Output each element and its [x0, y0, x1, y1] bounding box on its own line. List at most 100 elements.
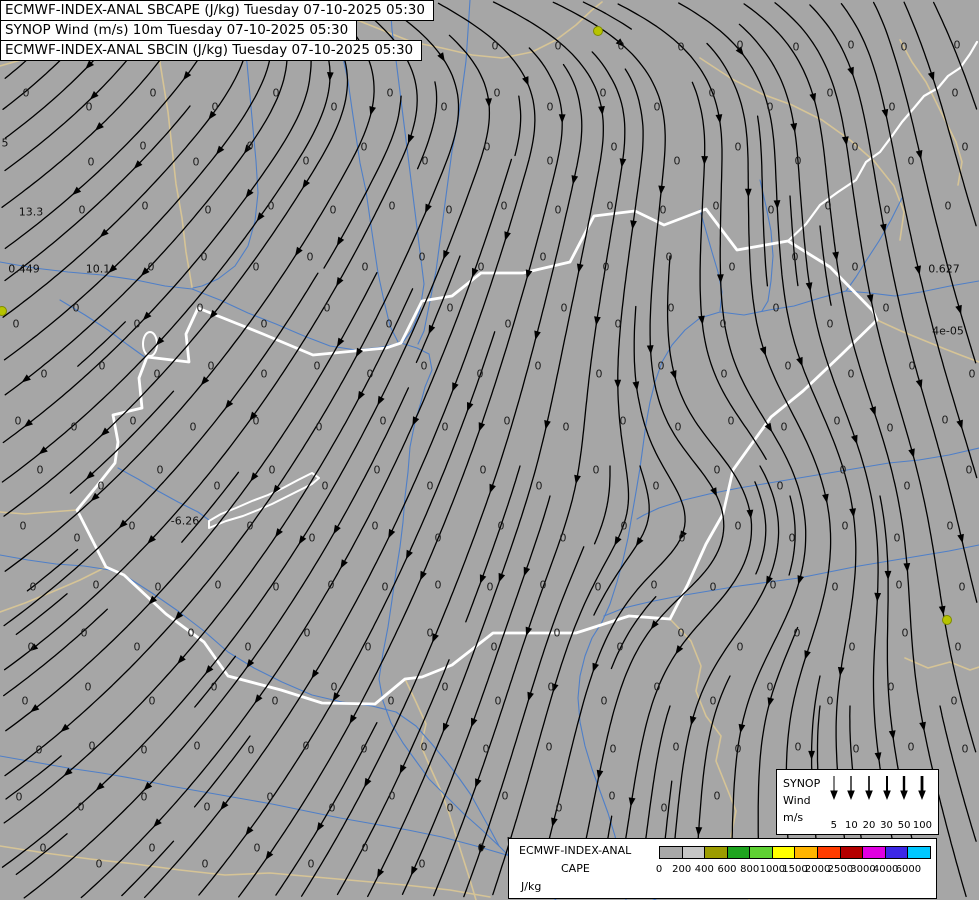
wind-speed-label: 5	[831, 820, 837, 831]
streamline-arrow-icon	[250, 472, 258, 481]
streamline-arrow-icon	[499, 573, 506, 583]
streamline-arrow-icon	[29, 643, 38, 651]
streamline-arrow-icon	[716, 114, 723, 123]
streamline	[324, 96, 401, 268]
rivers-layer	[0, 0, 979, 900]
streamline-arrow-icon	[295, 247, 303, 256]
wind-speed-label: 100	[913, 820, 932, 831]
streamline	[145, 3, 535, 897]
streamline-arrow-icon	[593, 663, 600, 673]
streamline-arrow-icon	[302, 179, 310, 188]
streamline-arrow-icon	[388, 529, 395, 539]
streamline-arrow-icon	[698, 316, 705, 325]
streamline-arrow-icon	[479, 422, 485, 432]
streamline-arrow-icon	[369, 106, 376, 116]
streamline-arrow-icon	[798, 575, 805, 585]
wind-speed-column: 50	[895, 774, 913, 831]
streamline-arrow-icon	[633, 381, 640, 391]
streamline-arrow-icon	[696, 827, 703, 836]
streamline	[595, 466, 610, 544]
streamline	[16, 594, 67, 635]
weather-map-app: 0000000000000000000000000000000000000000…	[0, 0, 979, 900]
streamline	[758, 116, 768, 286]
streamline	[790, 196, 798, 286]
foreign-borders-layer	[0, 0, 979, 900]
streamline	[276, 723, 377, 895]
streamline-arrow-icon	[358, 391, 365, 401]
streamline	[418, 82, 437, 169]
country-border	[877, 320, 979, 362]
down-arrow-icon	[863, 774, 875, 800]
streamline-arrow-icon	[955, 305, 962, 315]
streamline-arrow-icon	[614, 536, 621, 546]
streamline-arrow-icon	[364, 778, 371, 788]
cape-color-segment	[794, 847, 817, 858]
streamline-arrow-icon	[832, 252, 839, 261]
streamline-arrow-icon	[526, 627, 532, 637]
wind-legend: SYNOP Wind m/s 510203050100	[776, 769, 939, 835]
lake-balaton	[209, 473, 319, 528]
streamline-arrow-icon	[432, 633, 439, 643]
streamline	[78, 322, 126, 366]
cape-color-segment	[682, 847, 705, 858]
streamline	[841, 4, 976, 478]
streamline	[618, 4, 806, 893]
wind-speed-label: 20	[863, 820, 876, 831]
streamline-arrow-icon	[796, 357, 802, 367]
streamline	[16, 834, 67, 875]
streamline-arrow-icon	[350, 715, 357, 725]
streamline-arrow-icon	[620, 158, 627, 167]
streamline-arrow-icon	[680, 530, 687, 540]
streamline-arrow-icon	[806, 282, 813, 291]
wind-speed-label: 10	[845, 820, 858, 831]
cape-color-segment	[862, 847, 885, 858]
cape-legend: ECMWF-INDEX-ANAL CAPE J/kg 0200400600800…	[508, 838, 937, 899]
streamline	[195, 656, 236, 707]
streamline-arrow-icon	[425, 204, 432, 214]
streamline-arrow-icon	[378, 396, 385, 406]
streamline-arrow-icon	[889, 730, 896, 739]
streamlines-layer	[2, 2, 977, 898]
streamline-arrow-icon	[504, 231, 511, 241]
streamline-arrow-icon	[275, 528, 283, 537]
streamline-arrow-icon	[299, 535, 307, 544]
down-arrow-icon	[828, 774, 840, 800]
streamline-arrow-icon	[337, 237, 344, 247]
cape-tick-label: 0	[656, 864, 662, 875]
wind-speed-label: 50	[898, 820, 911, 831]
streamline-arrow-icon	[630, 220, 637, 229]
streamline	[789, 496, 795, 575]
streamline-arrow-icon	[480, 574, 486, 584]
streamline-arrow-icon	[838, 667, 845, 676]
streamline-arrow-icon	[220, 801, 228, 810]
hungary-border	[77, 209, 877, 704]
streamline	[182, 472, 239, 542]
streamline-arrow-icon	[333, 525, 340, 535]
streamline-arrow-icon	[225, 400, 233, 409]
streamline-arrow-icon	[475, 778, 481, 788]
streamline-arrow-icon	[406, 550, 413, 560]
streamline-arrow-icon	[574, 475, 581, 485]
streamline-arrow-icon	[880, 224, 887, 233]
streamline-arrow-icon	[885, 571, 892, 580]
streamline	[583, 2, 631, 29]
streamline-arrow-icon	[534, 331, 541, 341]
streamline-arrow-icon	[774, 200, 781, 209]
streamline-arrow-icon	[956, 420, 963, 430]
streamline-arrow-icon	[594, 316, 601, 325]
streamline	[904, 2, 976, 226]
title-line-sbcin: ECMWF-INDEX-ANAL SBCIN (J/kg) Tuesday 07…	[0, 40, 422, 61]
cape-tick-label: 800	[740, 864, 759, 875]
streamline-arrow-icon	[717, 274, 724, 283]
streamline-arrow-icon	[790, 123, 797, 132]
wind-speed-column: 100	[913, 774, 932, 831]
streamline-arrow-icon	[847, 67, 854, 77]
streamline-arrow-icon	[919, 722, 926, 732]
streamline	[2, 4, 330, 482]
streamline-arrow-icon	[527, 692, 534, 702]
wind-speed-label: 30	[880, 820, 893, 831]
cape-tick-label: 2000	[805, 864, 830, 875]
station-marker-icon	[0, 307, 7, 316]
streamline	[5, 5, 374, 571]
streamline-arrow-icon	[490, 484, 496, 494]
